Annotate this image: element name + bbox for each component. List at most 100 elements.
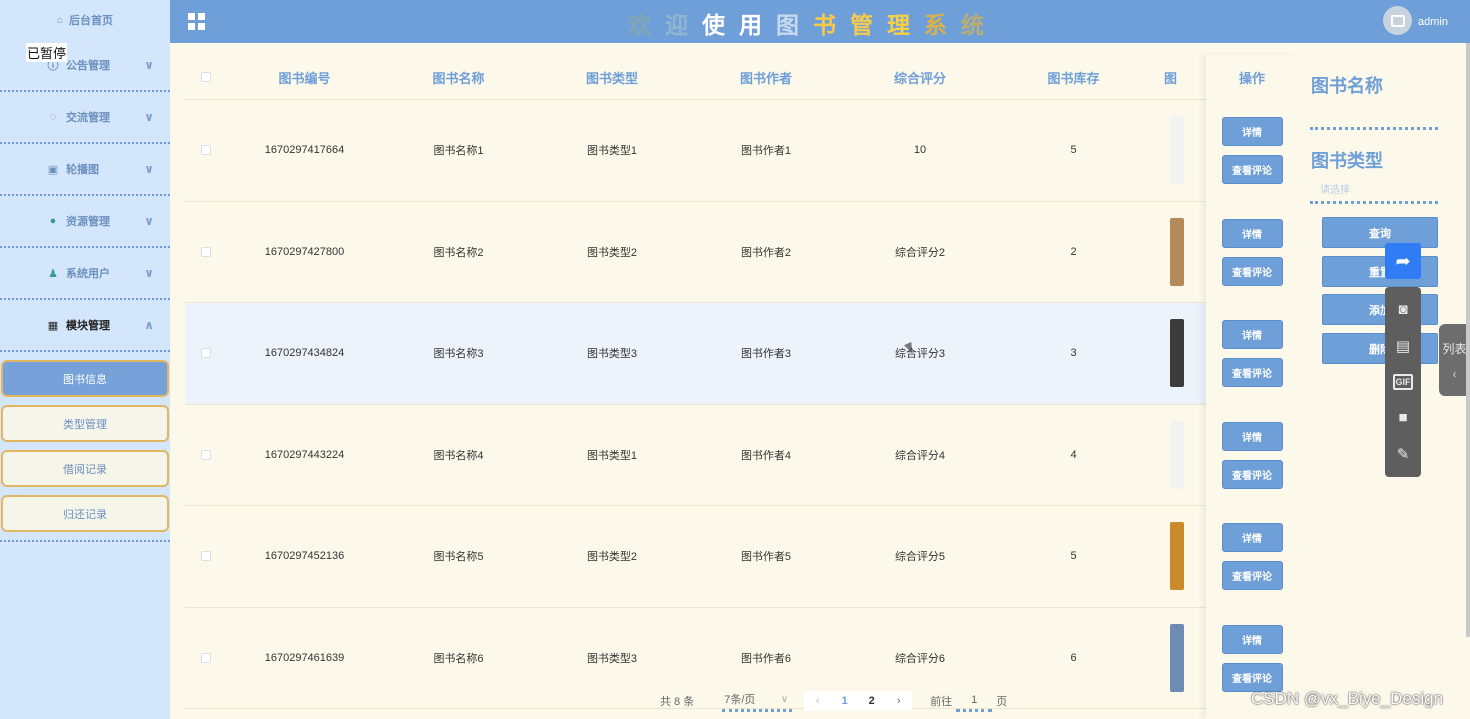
table-row[interactable]: 1670297443224 图书名称4 图书类型1 图书作者4 综合评分4 4 [185, 405, 1298, 506]
cell-stock: 5 [1070, 550, 1077, 563]
query-button[interactable]: 查询 [1322, 217, 1438, 248]
sidebar-item-type-manage[interactable]: 类型管理 [1, 405, 169, 442]
sidebar-item-label: 公告管理 [66, 60, 110, 72]
sidebar-group-system-user[interactable]: ♟ 系统用户 ∨ [0, 248, 170, 300]
detail-button[interactable]: 详情 [1221, 320, 1283, 350]
row-checkbox[interactable] [201, 551, 211, 562]
view-comment-button[interactable]: 查看评论 [1221, 155, 1283, 185]
book-cover-thumbnail [1170, 420, 1184, 489]
title-char: 理 [887, 12, 924, 38]
sidebar-group-module[interactable]: ▦ 模块管理 ∧ [0, 300, 170, 352]
page-nav: ‹ 1 2 › [804, 691, 913, 711]
title-char: 图 [776, 12, 813, 38]
view-comment-button[interactable]: 查看评论 [1221, 561, 1283, 591]
operation-column: 操作 详情 查看评论 详情 查看评论 详情 查看评论 详情 查看评论 详情 查看评论 详情 查看评论 [1206, 55, 1298, 719]
scrollbar[interactable] [1466, 43, 1470, 637]
column-header[interactable]: 图书库存 [997, 68, 1150, 87]
screenshot-toolbar: ◙ ▤ GIF ■ ✎ [1385, 287, 1421, 477]
side-tab-label: 列表 [1442, 342, 1467, 356]
chevron-down-icon: ∨ [780, 694, 789, 705]
row-checkbox[interactable] [201, 652, 211, 663]
goto-page-input[interactable]: 1 [956, 690, 993, 712]
watermark: CSDN @vx_Biye_Design [1251, 689, 1444, 708]
cell-author: 图书作者2 [740, 246, 792, 259]
column-header[interactable]: 综合评分 [843, 68, 997, 87]
row-checkbox[interactable] [201, 449, 211, 460]
table-row[interactable]: 1670297417664 图书名称1 图书类型1 图书作者1 10 5 [185, 100, 1298, 202]
page-size-select[interactable]: 7条/页 ∨ [722, 690, 793, 712]
view-comment-button[interactable]: 查看评论 [1221, 662, 1283, 692]
pen-icon[interactable]: ✎ [1391, 445, 1415, 463]
column-header[interactable]: 图书编号 [227, 68, 382, 87]
table-row[interactable]: 1670297427800 图书名称2 图书类型2 图书作者2 综合评分2 2 [185, 202, 1298, 303]
cell-id: 1670297417664 [264, 144, 345, 157]
page-button[interactable]: 2 [858, 695, 885, 707]
avatar[interactable] [1383, 6, 1412, 35]
cell-author: 图书作者4 [740, 449, 792, 462]
sidebar-group-exchange[interactable]: ◌ 交流管理 ∨ [0, 92, 170, 144]
column-header[interactable]: 图 [1150, 68, 1200, 87]
next-page-button[interactable]: › [885, 695, 912, 707]
view-comment-button[interactable]: 查看评论 [1221, 459, 1283, 489]
gif-icon[interactable]: GIF [1393, 373, 1413, 390]
select-all-checkbox[interactable] [201, 72, 211, 82]
operation-cell: 详情 查看评论 [1206, 100, 1298, 202]
video-icon[interactable]: ■ [1391, 409, 1415, 426]
sidebar-divider [0, 540, 170, 542]
gallery-icon[interactable]: ▤ [1391, 337, 1415, 355]
column-header[interactable]: 图书作者 [689, 68, 843, 87]
book-name-label: 图书名称 [1311, 76, 1383, 96]
sidebar-item-label: 交流管理 [66, 112, 110, 124]
row-checkbox[interactable] [201, 145, 211, 156]
sidebar-group-carousel[interactable]: ▣ 轮播图 ∨ [0, 144, 170, 196]
page-button[interactable]: 1 [831, 695, 858, 707]
chevron-down-icon: ∨ [144, 162, 154, 176]
sidebar-item-borrow-record[interactable]: 借阅记录 [1, 450, 169, 487]
column-header: 操作 [1238, 71, 1265, 86]
row-checkbox[interactable] [201, 246, 211, 257]
title-char: 书 [813, 12, 850, 38]
title-char: 使 [702, 12, 739, 38]
table-row[interactable]: 1670297434824 图书名称3 图书类型3 图书作者3 综合评分3 3 [185, 303, 1298, 405]
cell-type: 图书类型2 [586, 551, 638, 564]
detail-button[interactable]: 详情 [1221, 421, 1283, 451]
column-header[interactable]: 图书名称 [382, 68, 535, 87]
chevron-up-icon: ∧ [144, 318, 154, 332]
detail-button[interactable]: 详情 [1221, 218, 1283, 248]
user-name[interactable]: admin [1418, 16, 1448, 28]
detail-button[interactable]: 详情 [1221, 624, 1283, 654]
camera-icon[interactable]: ◙ [1391, 301, 1415, 318]
view-comment-button[interactable]: 查看评论 [1221, 256, 1283, 286]
sidebar-item-book-info[interactable]: 图书信息 [1, 360, 169, 397]
share-icon[interactable]: ➦ [1385, 243, 1421, 279]
cell-name: 图书名称5 [433, 551, 484, 564]
cell-name: 图书名称3 [433, 348, 484, 361]
cell-name: 图书名称4 [433, 449, 484, 462]
grid-icon: ▦ [47, 319, 59, 332]
book-type-select[interactable]: 请选择 [1320, 181, 1350, 196]
sidebar-item-home[interactable]: ⌂ 后台首页 [0, 0, 170, 40]
row-checkbox[interactable] [201, 348, 211, 359]
chevron-down-icon: ∨ [144, 110, 154, 124]
chat-icon: ◌ [49, 111, 57, 123]
book-cover-thumbnail [1170, 319, 1184, 388]
detail-button[interactable]: 详情 [1221, 523, 1283, 553]
sidebar-group-resource[interactable]: ● 资源管理 ∨ [0, 196, 170, 248]
menu-grid-icon[interactable] [188, 13, 205, 30]
sidebar-item-return-record[interactable]: 归还记录 [1, 495, 169, 532]
book-name-input[interactable] [1310, 127, 1438, 130]
page-size-value: 7条/页 [724, 694, 756, 706]
detail-button[interactable]: 详情 [1221, 117, 1283, 147]
prev-page-button[interactable]: ‹ [804, 695, 831, 707]
book-type-label: 图书类型 [1311, 151, 1383, 171]
chevron-left-icon: ‹ [1452, 367, 1457, 381]
cell-id: 1670297427800 [264, 245, 345, 258]
cell-score: 综合评分5 [894, 551, 946, 564]
location-icon: ● [49, 215, 57, 227]
book-table: 图书编号 图书名称 图书类型 图书作者 综合评分 图书库存 图 16702974… [185, 55, 1298, 719]
cell-score: 10 [913, 144, 927, 157]
cell-score: 综合评分3 [894, 348, 946, 361]
table-row[interactable]: 1670297452136 图书名称5 图书类型2 图书作者5 综合评分5 5 [185, 506, 1298, 608]
view-comment-button[interactable]: 查看评论 [1221, 358, 1283, 388]
column-header[interactable]: 图书类型 [535, 68, 689, 87]
